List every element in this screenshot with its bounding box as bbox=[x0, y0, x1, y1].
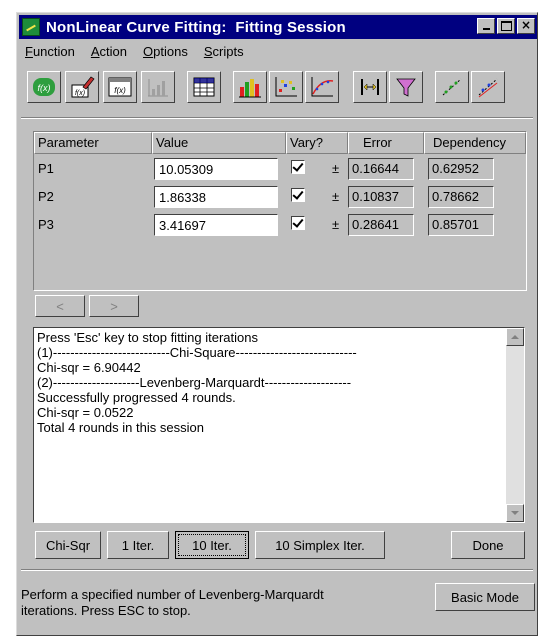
toolbar-button-dataset[interactable] bbox=[435, 71, 469, 103]
toolbar-button-edit-function[interactable]: f(x) bbox=[65, 71, 99, 103]
toolbar-button-weight[interactable] bbox=[389, 71, 423, 103]
col-header-dependency[interactable]: Dependency bbox=[424, 132, 526, 154]
one-iter-button[interactable]: 1 Iter. bbox=[107, 531, 169, 559]
toolbar-button-dataset-fit[interactable] bbox=[471, 71, 505, 103]
param-row-p1: P1 ± 0.16644 0.62952 bbox=[34, 156, 526, 184]
toolbar-button-scatter[interactable] bbox=[269, 71, 303, 103]
svg-text:f(x): f(x) bbox=[75, 90, 85, 97]
app-icon bbox=[22, 18, 40, 36]
menu-scripts[interactable]: Scripts bbox=[202, 43, 246, 60]
plus-minus-label: ± bbox=[332, 189, 340, 204]
f-param-icon: f(x) bbox=[33, 78, 55, 96]
close-button[interactable]: × bbox=[517, 18, 535, 34]
toolbar-button-fit-curve[interactable] bbox=[305, 71, 339, 103]
col-header-error[interactable]: Error bbox=[348, 132, 424, 154]
ten-simplex-iter-button[interactable]: 10 Simplex Iter. bbox=[255, 531, 385, 559]
param-error-field: 0.10837 bbox=[348, 186, 414, 208]
log-scrollbar[interactable] bbox=[506, 328, 524, 522]
fitting-session-window: NonLinear Curve Fitting: Fitting Session… bbox=[16, 12, 538, 636]
menu-bar: Function Action Options Scripts bbox=[23, 43, 246, 60]
scroll-up-arrow-icon[interactable] bbox=[506, 328, 524, 346]
log-line: (2)--------------------Levenberg-Marquar… bbox=[37, 375, 352, 390]
col-header-vary[interactable]: Vary? bbox=[286, 132, 348, 154]
dataset-icon bbox=[442, 78, 462, 96]
toolbar-button-function-window[interactable]: f(x) bbox=[103, 71, 137, 103]
log-line: Chi-sqr = 6.90442 bbox=[37, 360, 141, 375]
vary-checkbox[interactable] bbox=[291, 160, 305, 174]
param-dependency-field: 0.62952 bbox=[428, 158, 494, 180]
toolbar-button-range[interactable] bbox=[353, 71, 387, 103]
range-markers-icon bbox=[361, 79, 379, 95]
next-page-button[interactable]: > bbox=[89, 295, 139, 317]
parameter-table: Parameter Value Vary? Error Dependency P… bbox=[33, 131, 527, 291]
log-line: Press 'Esc' key to stop fitting iteratio… bbox=[37, 330, 258, 345]
param-name: P3 bbox=[38, 217, 54, 232]
col-header-value[interactable]: Value bbox=[152, 132, 286, 154]
param-name: P2 bbox=[38, 189, 54, 204]
log-line: Chi-sqr = 0.0522 bbox=[37, 405, 134, 420]
param-row-p3: P3 ± 0.28641 0.85701 bbox=[34, 212, 526, 240]
fit-log-text: Press 'Esc' key to stop fitting iteratio… bbox=[37, 330, 502, 520]
color-bars-icon bbox=[239, 79, 261, 98]
param-dependency-field: 0.85701 bbox=[428, 214, 494, 236]
svg-text:f(x): f(x) bbox=[114, 86, 126, 95]
param-value-input[interactable] bbox=[154, 158, 278, 180]
param-name: P1 bbox=[38, 161, 54, 176]
param-row-p2: P2 ± 0.10837 0.78662 bbox=[34, 184, 526, 212]
fit-curve-icon bbox=[311, 77, 334, 97]
param-value-input[interactable] bbox=[154, 186, 278, 208]
prev-page-button[interactable]: < bbox=[35, 295, 85, 317]
plus-minus-label: ± bbox=[332, 161, 340, 176]
menu-action[interactable]: Action bbox=[89, 43, 129, 60]
basic-mode-button[interactable]: Basic Mode bbox=[435, 583, 535, 611]
toolbar-separator bbox=[21, 117, 533, 119]
ten-iter-button[interactable]: 10 Iter. bbox=[175, 531, 249, 559]
toolbar: f(x) f(x) f(x) bbox=[23, 67, 533, 111]
fit-log-textarea[interactable]: Press 'Esc' key to stop fitting iteratio… bbox=[33, 327, 525, 523]
toolbar-button-color-bars[interactable] bbox=[233, 71, 267, 103]
minimize-button[interactable] bbox=[477, 18, 495, 34]
param-error-field: 0.28641 bbox=[348, 214, 414, 236]
toolbar-button-table[interactable] bbox=[187, 71, 221, 103]
menu-options[interactable]: Options bbox=[141, 43, 190, 60]
scatter-plot-icon bbox=[275, 77, 297, 97]
log-line: (1)---------------------------Chi-Square… bbox=[37, 345, 357, 360]
dataset-fit-icon bbox=[478, 78, 498, 98]
log-line: Successfully progressed 4 rounds. bbox=[37, 390, 236, 405]
status-separator bbox=[21, 569, 533, 571]
log-line: Total 4 rounds in this session bbox=[37, 420, 204, 435]
plus-minus-label: ± bbox=[332, 217, 340, 232]
function-window-icon: f(x) bbox=[108, 77, 132, 97]
maximize-button[interactable] bbox=[497, 18, 515, 34]
window-title: NonLinear Curve Fitting: Fitting Session bbox=[46, 18, 346, 36]
chi-sqr-button[interactable]: Chi-Sqr bbox=[35, 531, 101, 559]
col-header-parameter[interactable]: Parameter bbox=[34, 132, 152, 154]
done-button[interactable]: Done bbox=[451, 531, 525, 559]
parameter-table-header: Parameter Value Vary? Error Dependency bbox=[34, 132, 526, 154]
scroll-down-arrow-icon[interactable] bbox=[506, 504, 524, 522]
toolbar-button-chart[interactable] bbox=[141, 71, 175, 103]
param-value-input[interactable] bbox=[154, 214, 278, 236]
edit-function-icon: f(x) bbox=[71, 76, 95, 98]
toolbar-button-param[interactable]: f(x) bbox=[27, 71, 61, 103]
status-hint: Perform a specified number of Levenberg-… bbox=[21, 587, 324, 618]
menu-function[interactable]: Function bbox=[23, 43, 77, 60]
table-grid-icon bbox=[193, 77, 215, 97]
vary-checkbox[interactable] bbox=[291, 216, 305, 230]
weight-funnel-icon bbox=[396, 78, 416, 97]
title-bar[interactable]: NonLinear Curve Fitting: Fitting Session… bbox=[19, 15, 537, 39]
vary-checkbox[interactable] bbox=[291, 188, 305, 202]
param-dependency-field: 0.78662 bbox=[428, 186, 494, 208]
param-error-field: 0.16644 bbox=[348, 158, 414, 180]
chart-disabled-icon bbox=[148, 79, 168, 97]
svg-text:f(x): f(x) bbox=[38, 83, 51, 93]
